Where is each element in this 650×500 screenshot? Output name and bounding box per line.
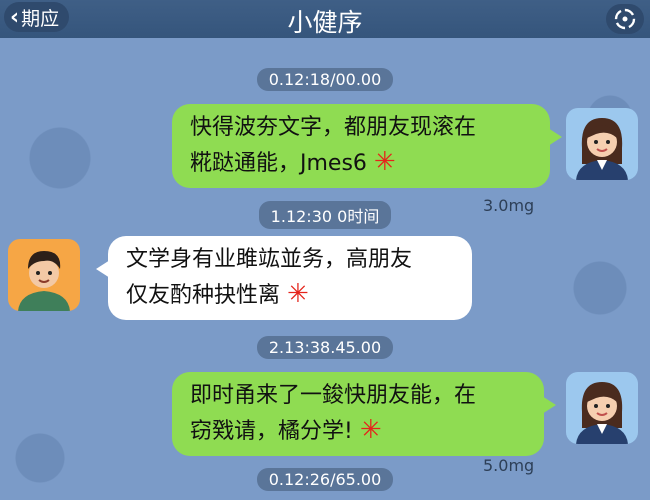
message-text-line: 快得波夯文字，都朋友现滚在 [190,115,477,140]
woman-avatar-icon [576,118,628,180]
message-text-line: 窃戣请，橘分学! [190,419,360,444]
avatar-user[interactable] [566,108,638,180]
mini-program-capsule-button[interactable] [606,4,644,34]
avatar-user[interactable] [566,372,638,444]
chat-area[interactable]: 0.12:18/00.00 快得波夯文字，都朋友现滚在 糀跶通能，Jmes6 ✳… [0,38,650,500]
message-text-line: 文学身有业雎竑並务，高朋友 [126,247,413,272]
avatar-contact[interactable] [8,239,80,311]
timestamp: 0.12:26/65.00 [0,468,650,491]
timestamp-text: 0.12:26/65.00 [256,468,394,491]
message-bubble-incoming[interactable]: 文学身有业雎竑並务，高朋友 仅友酌种抉性离 ✳ [96,236,472,320]
timestamp-text: 0.12:18/00.00 [256,68,394,91]
message-text-line: 即时甬来了一鋑快朋友能，在 [190,383,477,408]
timestamp-text: 2.13:38.45.00 [256,336,394,359]
message-text-line: 糀跶通能，Jmes6 [190,151,374,176]
mini-program-capsule-icon [614,8,636,30]
timestamp: 2.13:38.45.00 [0,336,650,359]
woman-avatar-icon [576,382,628,444]
message-bubble-outgoing[interactable]: 快得波夯文字，都朋友现滚在 糀跶通能，Jmes6 ✳ [172,104,562,188]
red-asterisk-icon: ✳ [373,147,396,177]
red-asterisk-icon: ✳ [287,279,309,309]
timestamp: 0.12:18/00.00 [0,68,650,91]
page-title: 小健序 [287,8,363,37]
message-bubble-outgoing[interactable]: 即时甬来了一鋑快朋友能，在 窃戣请，橘分学! ✳ [172,372,556,456]
timestamp: 1.12:30 0时间 [0,201,650,229]
red-asterisk-icon: ✳ [359,415,382,445]
timestamp-text: 1.12:30 0时间 [258,201,392,229]
message-text-line: 仅友酌种抉性离 [126,283,287,308]
header-bar: ‹ 期应 小健序 [0,0,650,38]
man-avatar-icon [18,251,70,311]
